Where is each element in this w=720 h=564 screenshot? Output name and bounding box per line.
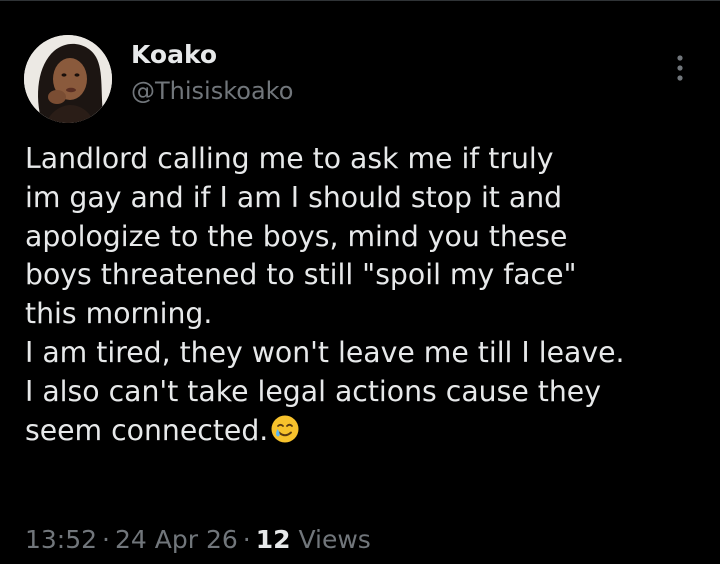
profile-photo-icon bbox=[24, 35, 112, 123]
top-divider bbox=[0, 0, 720, 1]
more-vertical-icon bbox=[677, 55, 683, 81]
user-handle[interactable]: @Thisiskoako bbox=[131, 76, 293, 106]
avatar[interactable] bbox=[24, 35, 112, 123]
tweet-time[interactable]: 13:52 bbox=[25, 525, 97, 554]
tweet-meta: 13:52 · 24 Apr 26 · 12 Views bbox=[25, 523, 371, 557]
display-name[interactable]: Koako bbox=[131, 40, 217, 70]
tweet-text: Landlord calling me to ask me if truly i… bbox=[25, 140, 710, 450]
views-label: Views bbox=[298, 525, 371, 554]
meta-separator: · bbox=[242, 525, 251, 554]
views-count[interactable]: 12 bbox=[256, 525, 291, 554]
smiling-face-with-tear-icon bbox=[270, 414, 300, 444]
meta-separator: · bbox=[102, 525, 110, 554]
more-options-button[interactable] bbox=[664, 50, 696, 86]
tweet-body: Landlord calling me to ask me if truly i… bbox=[25, 142, 625, 447]
tweet-date[interactable]: 24 Apr 26 bbox=[115, 525, 238, 554]
